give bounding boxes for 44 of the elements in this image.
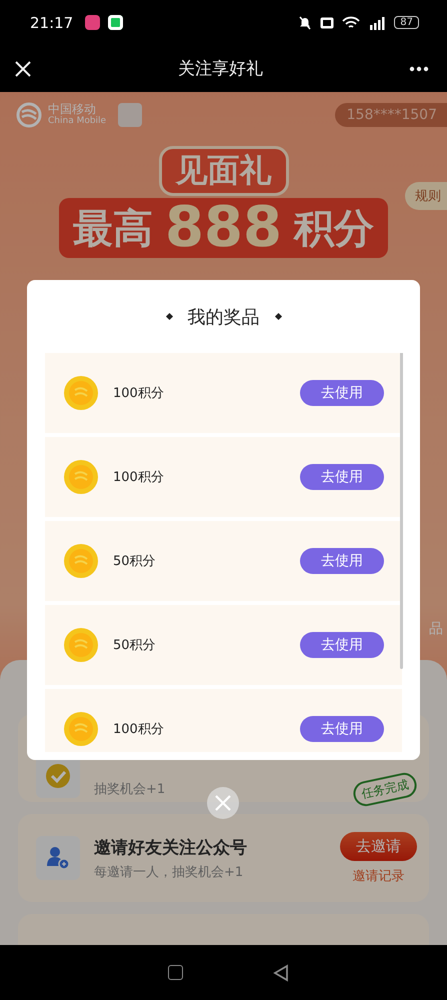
close-icon	[214, 794, 232, 812]
task-title: 邀请好友关注公众号	[94, 836, 248, 858]
coin-icon	[63, 459, 99, 495]
brand-subtitle: China Mobile	[48, 116, 106, 127]
chat-icon	[108, 15, 124, 30]
rules-tab[interactable]: 规则	[405, 182, 447, 210]
back-icon[interactable]	[273, 964, 289, 982]
add-user-icon	[46, 847, 70, 869]
prize-label: 100积分	[113, 469, 165, 486]
use-button[interactable]: 去使用	[300, 548, 384, 574]
banner-title: 见面礼 最高 888 积分	[59, 146, 388, 258]
use-button[interactable]: 去使用	[300, 716, 384, 742]
mute-icon	[298, 16, 312, 30]
use-button[interactable]: 去使用	[300, 632, 384, 658]
use-button[interactable]: 去使用	[300, 464, 384, 490]
badge-check-icon	[46, 764, 70, 788]
invite-record-link[interactable]: 邀请记录	[352, 866, 404, 884]
use-button[interactable]: 去使用	[300, 380, 384, 406]
completed-stamp: 任务完成	[351, 770, 419, 808]
battery-indicator: 87	[394, 16, 419, 29]
brand-name: 中国移动	[48, 103, 96, 116]
page-title: 关注享好礼	[178, 58, 263, 80]
app-icon	[85, 15, 100, 30]
wifi-icon	[342, 16, 360, 30]
close-icon[interactable]	[14, 60, 32, 78]
phone-number: 158****1507	[334, 103, 447, 127]
home-icon[interactable]	[168, 965, 183, 980]
coin-icon	[63, 543, 99, 579]
dialog-title: 我的奖品	[188, 306, 260, 328]
coin-icon	[63, 711, 99, 747]
coin-icon	[63, 375, 99, 411]
more-icon[interactable]	[409, 66, 429, 72]
prize-label: 100积分	[113, 721, 165, 738]
prize-label: 50积分	[113, 553, 157, 570]
signal-icon	[368, 16, 386, 30]
logo-icon	[16, 102, 42, 128]
status-time: 21:17	[30, 14, 74, 32]
prize-label: 100积分	[113, 385, 165, 402]
prize-label: 50积分	[113, 637, 157, 654]
task-subtitle: 抽奖机会+1	[94, 781, 166, 798]
invite-button[interactable]: 去邀请	[340, 832, 417, 860]
task-subtitle: 每邀请一人，抽奖机会+1	[94, 864, 244, 880]
coin-icon	[63, 627, 99, 663]
hd-icon	[320, 16, 334, 28]
